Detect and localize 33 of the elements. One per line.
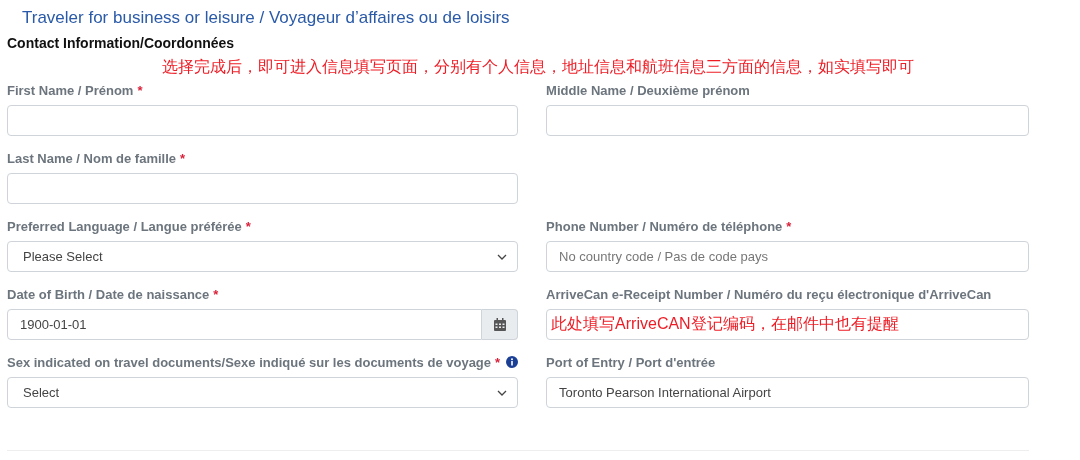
annotation-text: 选择完成后，即可进入信息填写页面，分别有个人信息，地址信息和航班信息三方面的信息，如实填写即可 [162, 57, 915, 77]
required-asterisk: * [213, 286, 219, 302]
text-field[interactable] [7, 173, 519, 204]
date-field[interactable]: 1900-01-01 [7, 309, 483, 340]
annotation-text: 此处填写ArriveCAN登记编码，在邮件中也有提醒 [551, 314, 899, 334]
required-asterisk: * [495, 354, 501, 370]
chevron-down-icon [497, 253, 508, 260]
required-asterisk: * [137, 82, 143, 98]
chevron-down-icon [497, 389, 508, 396]
field-label: Middle Name / Deuxième prénom [546, 82, 750, 98]
calendar-button[interactable] [482, 309, 519, 340]
required-asterisk: * [786, 218, 792, 234]
field-label: ArriveCan e-Receipt Number / Numéro du reçu électronique d'ArriveCan [546, 286, 992, 302]
info-icon[interactable] [506, 356, 519, 368]
text-field[interactable] [546, 105, 1029, 136]
page-title: Traveler for business or leisure / Voyageur d’affaires ou de loisirs [22, 8, 511, 28]
text-field[interactable]: No country code / Pas de code pays [546, 241, 1029, 272]
calendar-icon [493, 318, 506, 331]
section-title: Contact Information/Coordonnées [7, 34, 236, 52]
field-label: Port of Entry / Port d'entrée [546, 354, 716, 370]
field-label: Preferred Language / Langue préférée [7, 218, 242, 234]
required-asterisk: * [180, 150, 186, 166]
select-dropdown[interactable]: Please Select [7, 241, 519, 272]
field-label: Phone Number / Numéro de téléphone [546, 218, 783, 234]
text-field[interactable]: Toronto Pearson International Airport [546, 377, 1029, 408]
field-label: First Name / Prénom [7, 82, 134, 98]
text-field[interactable]: 此处填写ArriveCAN登记编码，在邮件中也有提醒 [546, 309, 1029, 340]
required-asterisk: * [245, 218, 251, 234]
field-label: Last Name / Nom de famille [7, 150, 177, 166]
text-field[interactable] [7, 105, 519, 136]
select-dropdown[interactable]: Select [7, 377, 519, 408]
field-label: Sex indicated on travel documents/Sexe indiqué sur les documents de voyage [7, 354, 492, 370]
field-label: Date of Birth / Date de naissance [7, 286, 210, 302]
